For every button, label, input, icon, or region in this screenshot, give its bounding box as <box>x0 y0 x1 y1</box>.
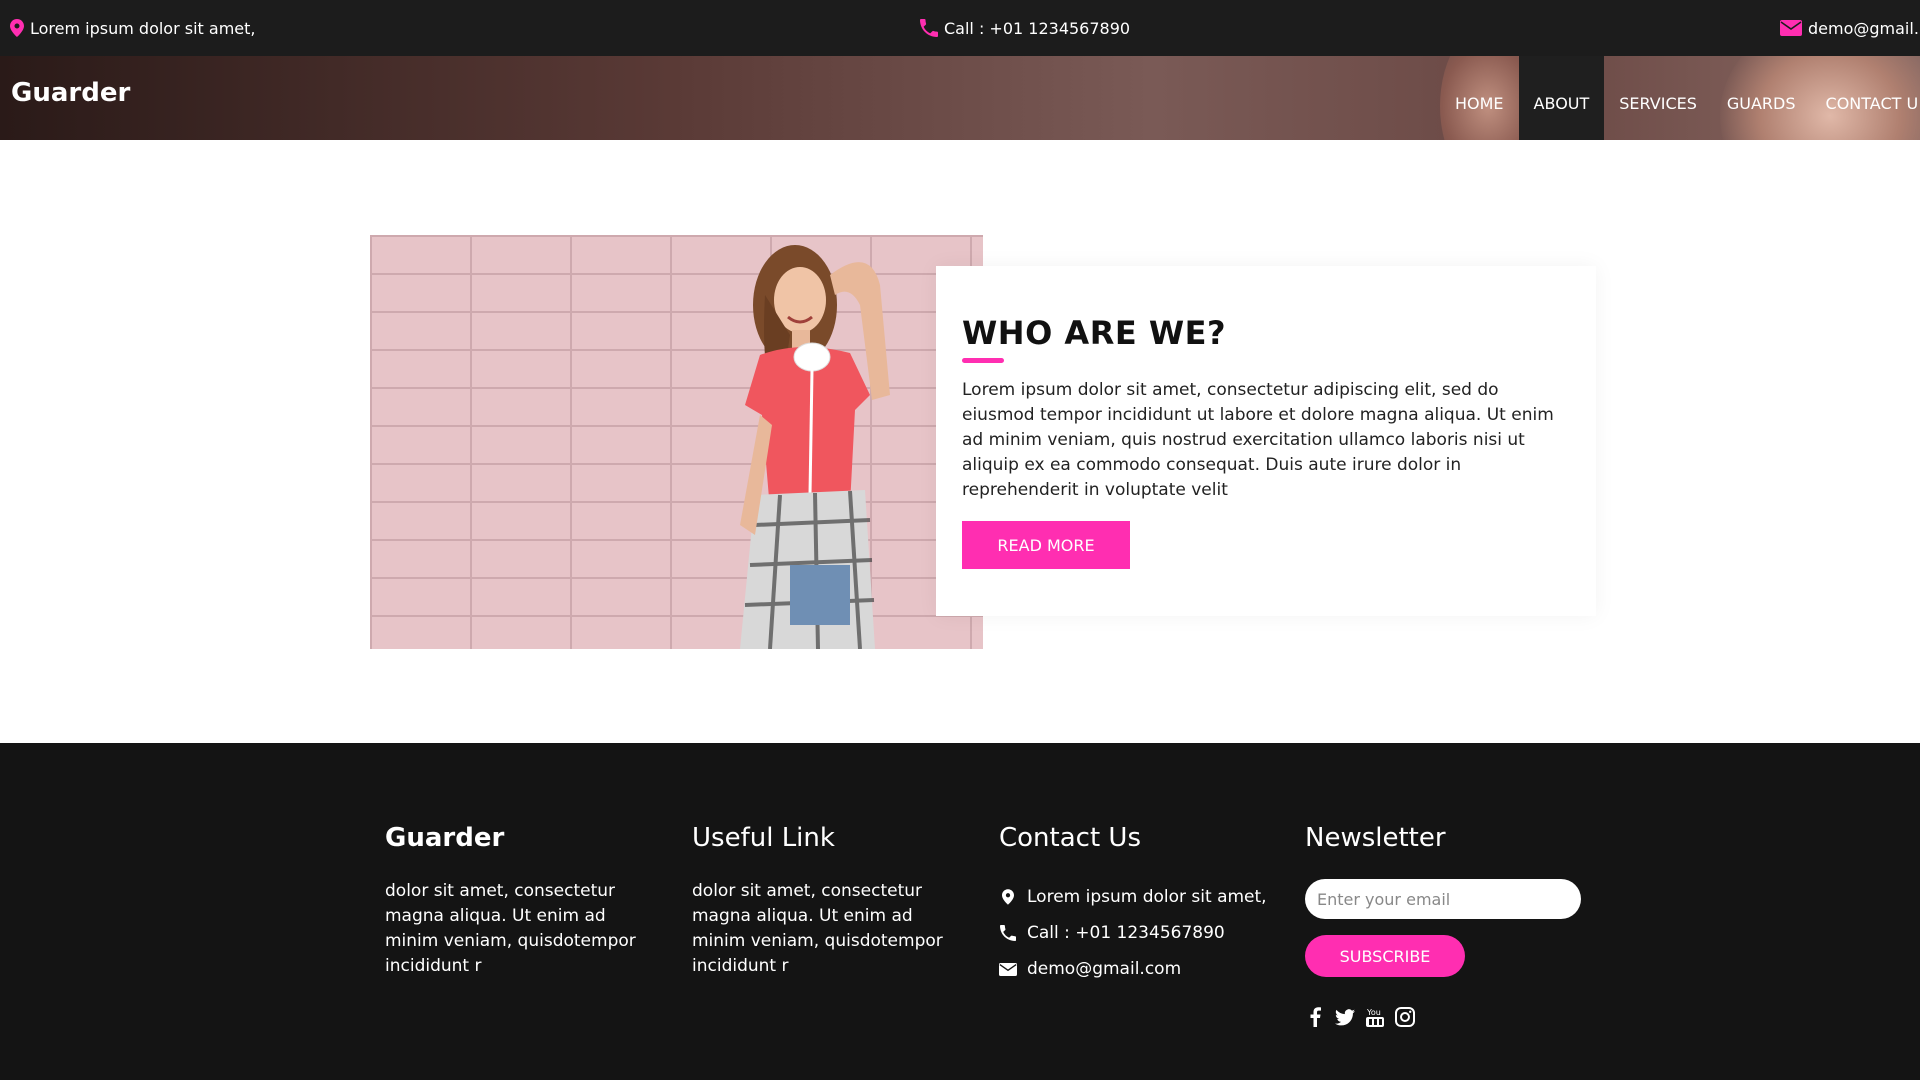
contact-email-text: demo@gmail.com <box>1027 959 1182 979</box>
contact-location: Lorem ipsum dolor sit amet, <box>999 879 1267 915</box>
location-pin-icon <box>999 889 1017 905</box>
youtube-icon[interactable]: You <box>1365 1007 1385 1027</box>
topbar-location-text: Lorem ipsum dolor sit amet, <box>30 18 256 38</box>
footer-useful-links-column: Useful Link dolor sit amet, consectetur … <box>692 823 952 979</box>
contact-us-title: Contact Us <box>999 823 1141 853</box>
topbar-call[interactable]: Call : +01 1234567890 <box>920 0 1130 56</box>
title-underline <box>962 358 1004 363</box>
footer-newsletter-column: Newsletter SUBSCRIBE You <box>1305 823 1581 1027</box>
footer-brand-text: dolor sit amet, consectetur magna aliqua… <box>385 881 636 976</box>
location-pin-icon <box>10 19 24 37</box>
envelope-icon <box>999 962 1017 977</box>
useful-link-text: dolor sit amet, consectetur magna aliqua… <box>692 881 943 976</box>
topbar-email[interactable]: demo@gmail. <box>1780 0 1919 56</box>
site-header: Guarder HOME ABOUT SERVICES GUARDS CONTA… <box>0 56 1920 140</box>
facebook-icon[interactable] <box>1305 1007 1325 1027</box>
footer-contact-column: Contact Us Lorem ipsum dolor sit amet, C… <box>999 823 1267 987</box>
social-links: You <box>1305 1007 1581 1027</box>
about-image <box>370 235 983 649</box>
instagram-icon[interactable] <box>1395 1007 1415 1027</box>
main-nav: HOME ABOUT SERVICES GUARDS CONTACT U <box>1440 56 1920 140</box>
footer-brand-column: Guarder dolor sit amet, consectetur magn… <box>385 823 645 979</box>
contact-list: Lorem ipsum dolor sit amet, Call : +01 1… <box>999 879 1267 987</box>
read-more-button[interactable]: READ MORE <box>962 521 1130 569</box>
newsletter-title: Newsletter <box>1305 823 1446 853</box>
nav-item-home[interactable]: HOME <box>1440 56 1519 140</box>
about-card: WHO ARE WE? Lorem ipsum dolor sit amet, … <box>936 266 1596 616</box>
subscribe-button[interactable]: SUBSCRIBE <box>1305 935 1465 977</box>
site-footer: Guarder dolor sit amet, consectetur magn… <box>0 743 1920 1080</box>
nav-item-services[interactable]: SERVICES <box>1604 56 1712 140</box>
topbar-call-text: Call : +01 1234567890 <box>944 18 1131 38</box>
site-logo[interactable]: Guarder <box>11 78 130 108</box>
topbar-location: Lorem ipsum dolor sit amet, <box>10 0 256 56</box>
svg-text:You: You <box>1366 1008 1381 1017</box>
newsletter-email-input[interactable] <box>1305 879 1581 919</box>
woman-with-headphones-illustration <box>740 245 890 649</box>
nav-item-contact[interactable]: CONTACT U <box>1811 56 1920 140</box>
contact-email[interactable]: demo@gmail.com <box>999 951 1267 987</box>
twitter-icon[interactable] <box>1335 1007 1355 1027</box>
topbar-email-text: demo@gmail. <box>1808 18 1919 38</box>
nav-item-guards[interactable]: GUARDS <box>1712 56 1811 140</box>
about-title: WHO ARE WE? <box>962 314 1227 352</box>
phone-icon <box>920 19 938 37</box>
nav-item-about[interactable]: ABOUT <box>1518 56 1605 140</box>
contact-location-text: Lorem ipsum dolor sit amet, <box>1027 887 1267 907</box>
footer-logo[interactable]: Guarder <box>385 823 645 853</box>
envelope-icon <box>1780 20 1802 36</box>
about-text: Lorem ipsum dolor sit amet, consectetur … <box>962 380 1554 500</box>
contact-call[interactable]: Call : +01 1234567890 <box>999 915 1267 951</box>
useful-link-title: Useful Link <box>692 823 835 853</box>
contact-call-text: Call : +01 1234567890 <box>1027 923 1225 943</box>
top-info-bar: Lorem ipsum dolor sit amet, Call : +01 1… <box>0 0 1920 56</box>
phone-icon <box>999 925 1017 941</box>
